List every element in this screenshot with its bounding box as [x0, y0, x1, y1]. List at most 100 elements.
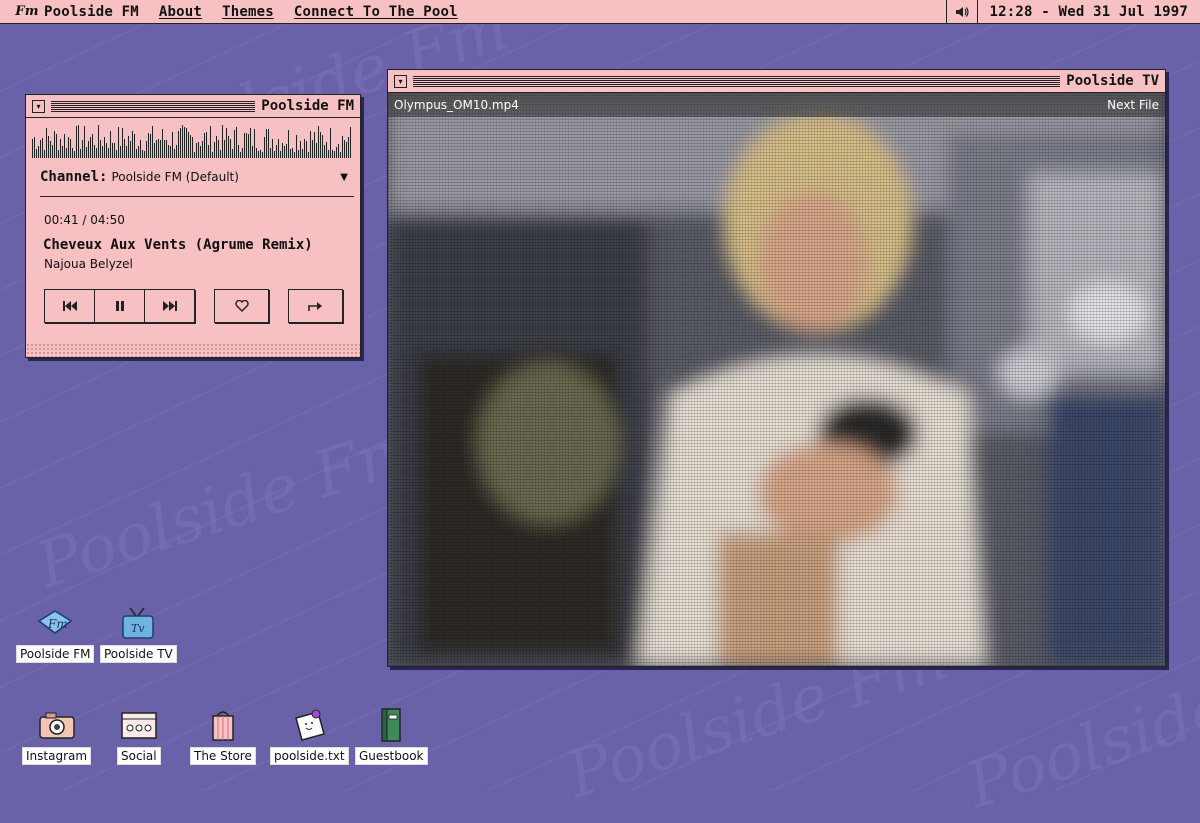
waveform-bar [224, 140, 225, 158]
poolside-tv-window: ▾ Poolside TV Olympus_OM10.mp4 Next File [387, 69, 1166, 667]
desktop-icon-poolside-fm[interactable]: Fm Poolside FM [16, 603, 95, 663]
waveform-bar [198, 142, 199, 158]
channel-selector[interactable]: Channel: Poolside FM (Default) ▼ [40, 158, 354, 197]
playback-controls [44, 289, 195, 323]
waveform-bar [268, 129, 269, 158]
menu-about[interactable]: About [159, 4, 202, 20]
waveform-bar [120, 146, 121, 158]
waveform-bar [138, 146, 139, 158]
waveform-bar [126, 146, 127, 158]
tv-icon: Tv [118, 603, 158, 643]
waveform-bar [48, 136, 49, 158]
pause-button[interactable] [95, 290, 145, 322]
watermark-logo: Poolside Fm [28, 410, 428, 604]
waveform-bar [196, 143, 197, 158]
waveform-bar [78, 125, 79, 158]
waveform-bar [162, 129, 163, 158]
waveform-bar [36, 149, 37, 158]
waveform-visualizer [32, 122, 354, 158]
waveform-bar [100, 140, 101, 158]
desktop-icon-social[interactable]: Social [117, 705, 161, 765]
waveform-bar [282, 143, 283, 158]
next-file-button[interactable]: Next File [1107, 98, 1159, 112]
desktop-icon-instagram[interactable]: Instagram [22, 705, 92, 765]
waveform-bar [188, 132, 189, 158]
close-icon[interactable]: ▾ [394, 74, 407, 88]
waveform-bar [328, 150, 329, 158]
social-window-icon [119, 705, 159, 745]
waveform-bar [72, 148, 73, 158]
waveform-bar [194, 152, 195, 158]
next-button[interactable] [145, 290, 194, 322]
desktop-icon-store[interactable]: The Store [190, 705, 256, 765]
desktop-icon-poolside-txt[interactable]: poolside.txt [270, 705, 349, 765]
waveform-bar [200, 146, 201, 158]
waveform-bar [118, 127, 119, 158]
desktop-icon-guestbook[interactable]: Guestbook [355, 705, 428, 765]
previous-icon [62, 301, 77, 311]
waveform-bar [84, 126, 85, 158]
waveform-bar [170, 146, 171, 158]
waveform-bar [286, 144, 287, 158]
waveform-bar [264, 137, 265, 158]
video-player[interactable]: Olympus_OM10.mp4 Next File [388, 93, 1165, 666]
desktop-icon-label: Social [117, 747, 161, 765]
waveform-bar [262, 152, 263, 158]
waveform-bar [82, 140, 83, 158]
channel-value: Poolside FM (Default) [111, 170, 239, 184]
menu-app-name[interactable]: Poolside FM [44, 4, 139, 20]
previous-button[interactable] [45, 290, 95, 322]
close-icon[interactable]: ▾ [32, 99, 45, 113]
menu-themes[interactable]: Themes [222, 4, 274, 20]
waveform-bar [58, 150, 59, 158]
waveform-bar [202, 141, 203, 158]
waveform-bar [294, 152, 295, 158]
desktop-icon-poolside-tv[interactable]: Tv Poolside TV [100, 603, 177, 663]
speaker-icon[interactable] [945, 0, 978, 23]
radio-titlebar[interactable]: ▾ Poolside FM [26, 95, 360, 118]
waveform-bar [248, 134, 249, 158]
waveform-bar [74, 151, 75, 158]
waveform-bar [42, 138, 43, 158]
share-icon [307, 302, 322, 311]
waveform-bar [322, 135, 323, 158]
waveform-bar [132, 131, 133, 158]
waveform-bar [50, 141, 51, 158]
desktop-icon-label: The Store [190, 747, 256, 765]
poolside-fm-window: ▾ Poolside FM Channel: Poolside FM (Defa… [25, 94, 361, 358]
waveform-bar [302, 149, 303, 158]
app-logo-icon[interactable]: Fm [10, 0, 44, 23]
scanline-overlay [388, 93, 1165, 666]
waveform-bar [186, 128, 187, 158]
menu-connect[interactable]: Connect To The Pool [294, 4, 458, 20]
shopping-bag-icon [203, 705, 243, 745]
tv-titlebar[interactable]: ▾ Poolside TV [388, 70, 1165, 93]
favorite-button[interactable] [214, 289, 269, 323]
waveform-bar [110, 131, 111, 158]
chevron-down-icon[interactable]: ▼ [340, 172, 348, 183]
waveform-bar [90, 137, 91, 158]
waveform-bar [130, 141, 131, 158]
waveform-bar [216, 136, 217, 158]
share-button[interactable] [288, 289, 343, 323]
waveform-bar [332, 150, 333, 158]
waveform-bar [66, 148, 67, 158]
svg-text:Fm: Fm [47, 617, 68, 631]
waveform-bar [292, 148, 293, 158]
waveform-bar [250, 128, 251, 158]
waveform-bar [220, 150, 221, 158]
waveform-bar [60, 139, 61, 158]
waveform-bar [68, 137, 69, 158]
waveform-bar [222, 125, 223, 158]
book-icon [371, 705, 411, 745]
note-icon [289, 705, 329, 745]
waveform-bar [154, 143, 155, 158]
waveform-bar [158, 139, 159, 158]
waveform-bar [150, 134, 151, 158]
waveform-bar [172, 132, 173, 158]
waveform-bar [254, 129, 255, 158]
waveform-bar [236, 127, 237, 158]
pause-icon [115, 301, 124, 311]
waveform-bar [62, 146, 63, 158]
desktop-icon-label: Instagram [22, 747, 92, 765]
